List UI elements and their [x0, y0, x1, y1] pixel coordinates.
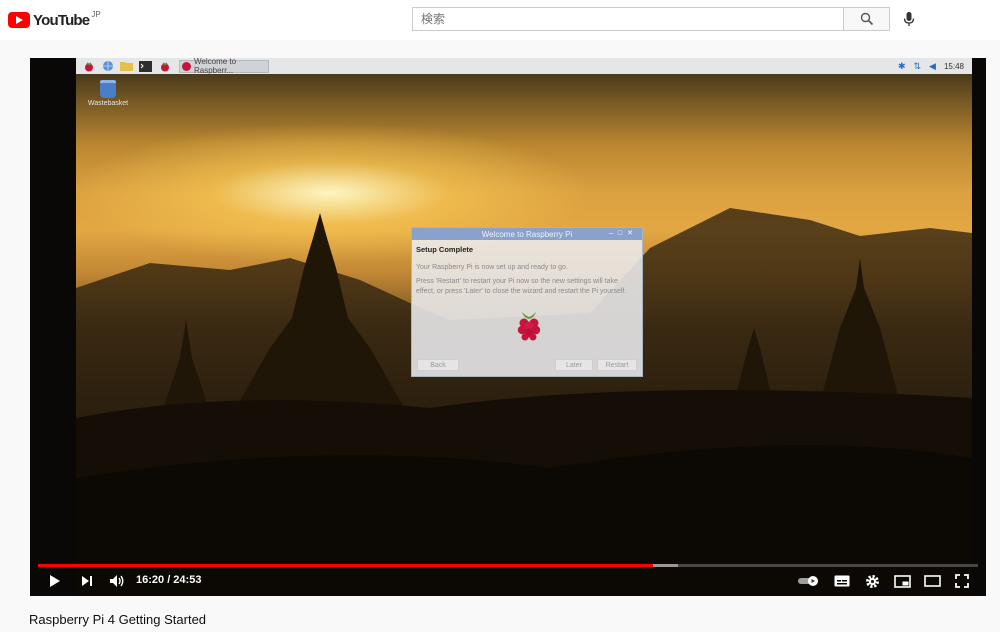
bluetooth-icon: ✱ — [897, 60, 906, 71]
voice-search-button[interactable] — [898, 8, 920, 30]
mute-button[interactable] — [106, 570, 128, 592]
play-icon — [50, 575, 60, 587]
trash-icon — [100, 80, 116, 98]
rpi-taskbar: Welcome to Raspberr... ✱ ⇅ ◀ 15:48 — [76, 58, 972, 75]
folder-icon — [120, 60, 133, 72]
progress-played — [38, 564, 653, 567]
miniplayer-button[interactable] — [890, 570, 914, 592]
settings-button[interactable] — [860, 570, 884, 592]
video-player[interactable]: Welcome to Raspberr... ✱ ⇅ ◀ 15:48 Waste… — [30, 58, 986, 596]
later-button: Later — [555, 359, 593, 371]
terminal-icon — [139, 60, 152, 72]
search-box — [412, 7, 844, 31]
logo-region: JP — [91, 9, 101, 19]
search-input[interactable] — [413, 8, 843, 30]
autoplay-toggle-icon — [798, 576, 818, 586]
desktop-clock: 15:48 — [943, 61, 964, 71]
theater-mode-button[interactable] — [920, 570, 944, 592]
restart-button: Restart — [597, 359, 637, 371]
dialog-title: Welcome to Raspberry Pi — [481, 229, 573, 239]
masthead: YouTube JP — [0, 0, 1000, 40]
youtube-logo[interactable]: YouTube JP — [8, 10, 101, 30]
search-icon — [860, 12, 873, 26]
fullscreen-button[interactable] — [950, 570, 974, 592]
gear-icon — [865, 574, 879, 588]
system-tray: ✱ ⇅ ◀ 15:48 — [898, 58, 972, 74]
dialog-instructions: Press 'Restart' to restart your Pi now s… — [416, 278, 627, 295]
network-icon: ⇅ — [913, 60, 922, 71]
dialog-heading: Setup Complete — [416, 245, 474, 254]
back-button: Back — [417, 359, 459, 371]
web-browser-icon — [101, 60, 114, 72]
welcome-dialog: Welcome to Raspberry Pi –□✕ Setup Comple… — [411, 227, 643, 377]
video-title: Raspberry Pi 4 Getting Started — [29, 612, 207, 627]
monitor-bezel-right — [972, 58, 986, 596]
play-button[interactable] — [44, 570, 66, 592]
theater-mode-icon — [923, 575, 941, 587]
monitor-bezel-left — [30, 58, 76, 596]
subtitles-icon — [834, 575, 850, 587]
microphone-icon — [903, 12, 915, 26]
logo-text: YouTube — [33, 11, 90, 29]
volume-icon: ◀ — [929, 60, 936, 71]
wastebasket-label: Wastebasket — [87, 100, 129, 107]
taskbar-window-label: Welcome to Raspberr... — [194, 58, 237, 75]
subtitles-button[interactable] — [830, 570, 854, 592]
next-button[interactable] — [76, 570, 98, 592]
fullscreen-icon — [955, 574, 969, 588]
autoplay-toggle[interactable] — [796, 570, 822, 592]
progress-bar[interactable] — [38, 564, 978, 567]
volume-icon — [110, 575, 124, 587]
raspberry-menu-icon — [82, 60, 95, 72]
dialog-titlebar: Welcome to Raspberry Pi –□✕ — [412, 228, 642, 240]
time-display: 16:20 / 24:53 — [136, 574, 202, 586]
dialog-message: Your Raspberry Pi is now set up and read… — [416, 264, 568, 271]
skip-next-icon — [82, 576, 92, 586]
search-button[interactable] — [843, 7, 890, 31]
raspberry-app-icon — [158, 60, 171, 72]
raspberry-mini-icon — [182, 61, 191, 71]
miniplayer-icon — [893, 574, 911, 588]
raspberry-pi-logo-icon — [517, 312, 541, 341]
taskbar-window-button: Welcome to Raspberr... — [179, 58, 269, 75]
wastebasket-desktop-icon: Wastebasket — [84, 80, 132, 107]
youtube-play-logo-icon — [8, 12, 30, 28]
window-controls-icon: –□✕ — [609, 230, 638, 237]
